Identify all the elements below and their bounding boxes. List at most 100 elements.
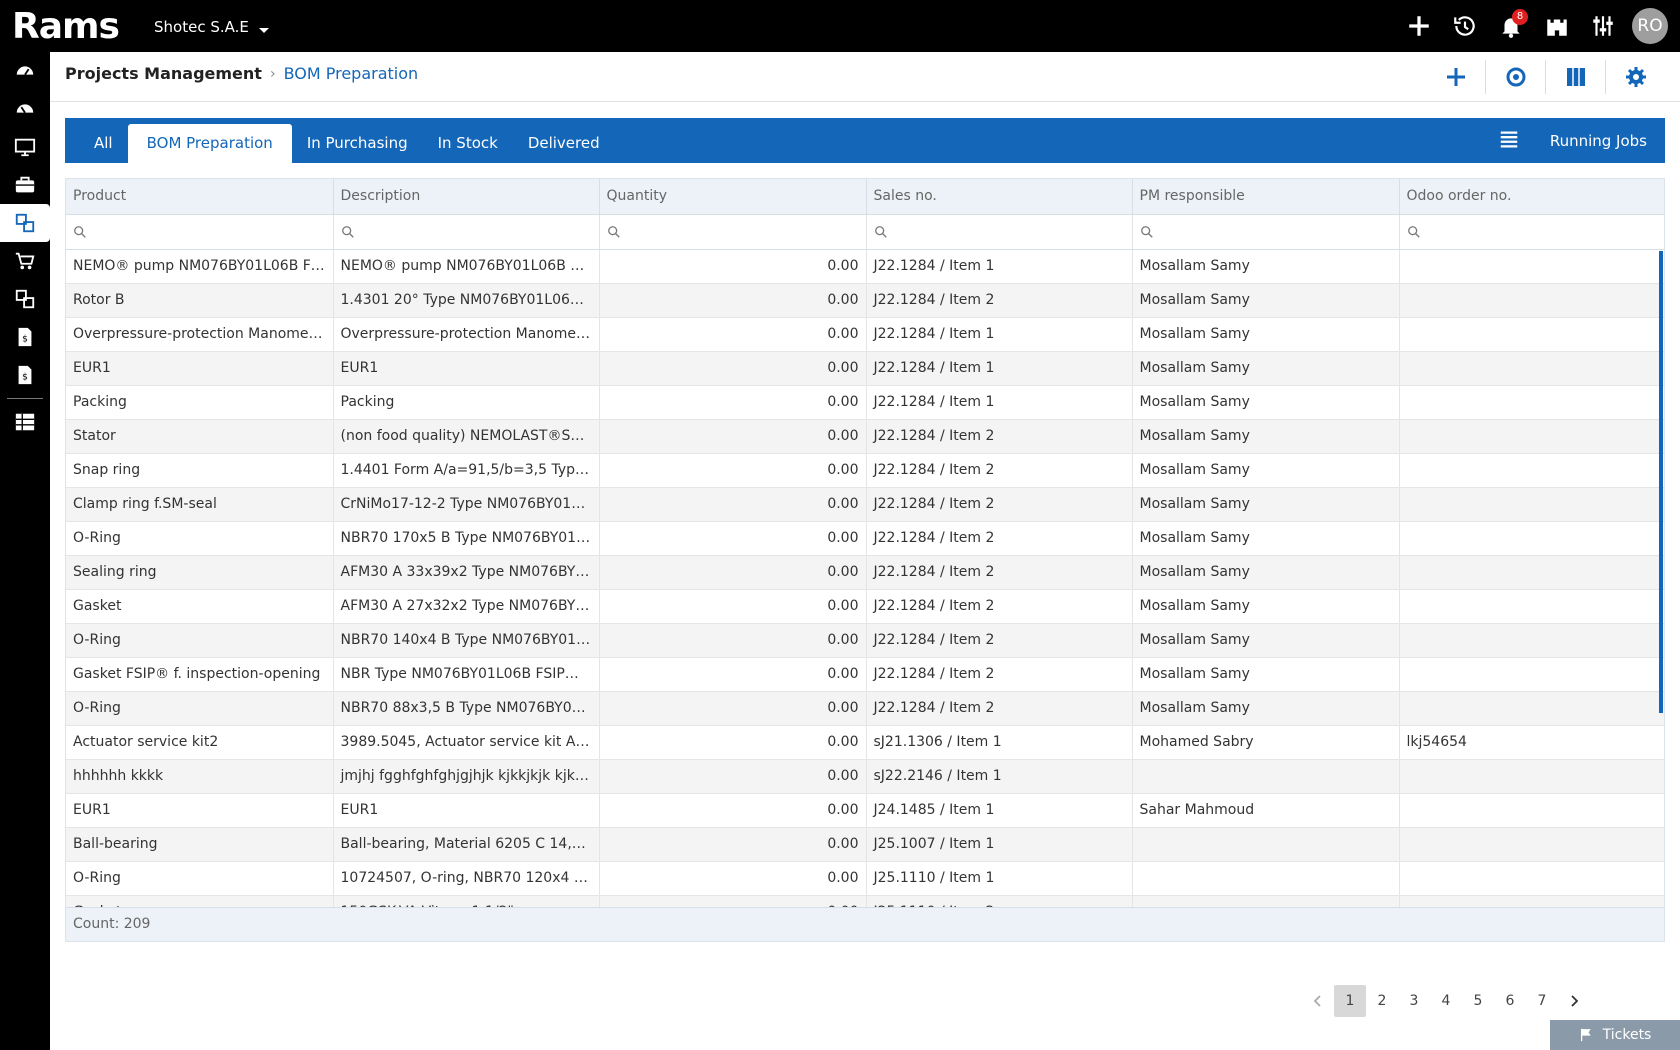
cell-sales-no[interactable]: J22.1284 / Item 1 [866, 351, 1133, 386]
cell-sales-no[interactable]: J22.1284 / Item 2 [866, 589, 1133, 624]
cell-pm-responsible: Mosallam Samy [1132, 521, 1400, 556]
cell-sales-no[interactable]: J22.1284 / Item 2 [866, 521, 1133, 556]
table-row[interactable]: O-Ring NBR70 140x4 B Type NM076BY01L0... 0… [66, 623, 1664, 658]
cell-sales-no[interactable]: J22.1284 / Item 2 [866, 453, 1133, 488]
breadcrumb-parent[interactable]: Projects Management [65, 64, 262, 83]
add-record-icon[interactable] [1426, 60, 1486, 94]
monitor-icon[interactable] [0, 128, 50, 166]
table-row[interactable]: Packing Packing 0.00 J22.1284 / Item 1 Mosal… [66, 385, 1664, 420]
cell-sales-no[interactable]: J22.1284 / Item 1 [866, 385, 1133, 420]
page-number-button[interactable]: 3 [1398, 985, 1430, 1017]
refresh-icon[interactable] [1486, 60, 1546, 94]
list-menu-icon[interactable] [1498, 128, 1520, 154]
table-row[interactable]: EUR1 EUR1 0.00 J24.1485 / Item 1 Sahar Mahmo… [66, 793, 1664, 828]
tab-in-stock[interactable]: In Stock [423, 124, 513, 163]
table-row[interactable]: O-Ring NBR70 88x3,5 B Type NM076BY01L0...… [66, 691, 1664, 726]
projects-icon[interactable] [0, 204, 50, 242]
user-avatar[interactable]: RO [1632, 8, 1668, 44]
cell-sales-no[interactable]: sJ21.1306 / Item 1 [866, 725, 1133, 760]
breadcrumb-current[interactable]: BOM Preparation [284, 64, 419, 83]
page-number-button[interactable]: 5 [1462, 985, 1494, 1017]
tab-all[interactable]: All [79, 124, 128, 163]
cell-product: Packing [66, 385, 334, 420]
cell-quantity: 0.00 [599, 691, 867, 726]
sliders-icon[interactable] [1580, 0, 1626, 52]
table-row[interactable]: O-Ring 10724507, O-ring, NBR70 120x4 B, P… [66, 861, 1664, 896]
table-row[interactable]: Snap ring 1.4401 Form A/a=91,5/b=3,5 Type… [66, 453, 1664, 488]
column-header-quantity[interactable]: Quantity [599, 179, 867, 215]
table-row[interactable]: Gasket FSIP® f. inspection-opening NBR Ty… [66, 657, 1664, 692]
cell-sales-no[interactable]: J25.1007 / Item 1 [866, 827, 1133, 862]
cell-quantity: 0.00 [599, 623, 867, 658]
columns-icon[interactable] [1546, 60, 1606, 94]
filter-quantity[interactable] [599, 214, 867, 250]
running-jobs-button[interactable]: Running Jobs [1550, 132, 1647, 150]
cart-icon[interactable] [0, 242, 50, 280]
table-row[interactable]: NEMO® pump NM076BY01L06B FSI... NEMO® pum… [66, 249, 1664, 284]
dashboard-alt-icon[interactable] [0, 90, 50, 128]
filter-description[interactable] [333, 214, 600, 250]
column-header-description[interactable]: Description [333, 179, 600, 215]
column-header-pm-responsible[interactable]: PM responsible [1132, 179, 1400, 215]
app-logo[interactable]: Rams [12, 6, 120, 47]
add-icon[interactable] [1396, 0, 1442, 52]
page-number-button[interactable]: 2 [1366, 985, 1398, 1017]
table-row[interactable]: hhhhhh kkkk jmjhj fgghfghfghjgjhjk kjkkjk… [66, 759, 1664, 794]
cell-sales-no[interactable]: J22.1284 / Item 2 [866, 623, 1133, 658]
cell-sales-no[interactable]: J22.1284 / Item 1 [866, 249, 1133, 284]
billing-icon[interactable]: $ [0, 356, 50, 394]
filter-product[interactable] [66, 214, 334, 250]
cell-sales-no[interactable]: J22.1284 / Item 2 [866, 657, 1133, 692]
table-row[interactable]: O-Ring NBR70 170x5 B Type NM076BY01L0... 0… [66, 521, 1664, 556]
tab-bom-preparation[interactable]: BOM Preparation [127, 124, 292, 163]
column-header-odoo-order-no[interactable]: Odoo order no. [1399, 179, 1664, 215]
filter-odoo-order-no[interactable] [1399, 214, 1664, 250]
page-number-button[interactable]: 1 [1334, 985, 1366, 1017]
next-page-icon[interactable] [1558, 985, 1590, 1017]
tab-in-purchasing[interactable]: In Purchasing [292, 124, 423, 163]
table-row[interactable]: Rotor B 1.4301 20° Type NM076BY01L06B F..… [66, 283, 1664, 318]
cell-sales-no[interactable]: J22.1284 / Item 2 [866, 487, 1133, 522]
table-row[interactable]: Ball-bearing Ball-bearing, Material 6205 … [66, 827, 1664, 862]
cell-sales-no[interactable]: sJ22.2146 / Item 1 [866, 759, 1133, 794]
table-row[interactable]: Clamp ring f.SM-seal CrNiMo17-12-2 Type N… [66, 487, 1664, 522]
vertical-scrollbar[interactable] [1659, 251, 1663, 713]
table-row[interactable]: Overpressure-protection Manometer Overpre… [66, 317, 1664, 352]
page-number-button[interactable]: 7 [1526, 985, 1558, 1017]
tab-delivered[interactable]: Delivered [513, 124, 615, 163]
company-selector[interactable]: Shotec S.A.E [154, 18, 269, 36]
filter-sales-no[interactable] [866, 214, 1133, 250]
filter-pm-responsible[interactable] [1132, 214, 1400, 250]
column-header-product[interactable]: Product [66, 179, 334, 215]
prev-page-icon[interactable] [1302, 985, 1334, 1017]
page-number-button[interactable]: 4 [1430, 985, 1462, 1017]
modules-icon[interactable] [0, 280, 50, 318]
cell-sales-no[interactable]: J22.1284 / Item 2 [866, 419, 1133, 454]
table-row[interactable]: Sealing ring AFM30 A 33x39x2 Type NM076BY… [66, 555, 1664, 590]
page-number-button[interactable]: 6 [1494, 985, 1526, 1017]
tickets-button[interactable]: Tickets [1550, 1020, 1680, 1050]
castle-icon[interactable] [1534, 0, 1580, 52]
cell-product: O-Ring [66, 861, 334, 896]
column-header-sales-no[interactable]: Sales no. [866, 179, 1133, 215]
table-row[interactable]: Stator (non food quality) NEMOLAST®S62L..… [66, 419, 1664, 454]
notifications-bell-icon[interactable]: 8 [1488, 0, 1534, 52]
dashboard-icon[interactable] [0, 52, 50, 90]
briefcase-icon[interactable] [0, 166, 50, 204]
reports-icon[interactable] [0, 403, 50, 441]
cell-description: jmjhj fgghfghfghjgjhjk kjkkjkjk kjkhj... [333, 759, 600, 794]
cell-sales-no[interactable]: J22.1284 / Item 2 [866, 555, 1133, 590]
cell-sales-no[interactable]: J22.1284 / Item 2 [866, 283, 1133, 318]
cell-odoo-order-no [1399, 283, 1664, 318]
table-row[interactable]: EUR1 EUR1 0.00 J22.1284 / Item 1 Mosallam Sa… [66, 351, 1664, 386]
history-icon[interactable] [1442, 0, 1488, 52]
cell-sales-no[interactable]: J22.1284 / Item 2 [866, 691, 1133, 726]
cell-sales-no[interactable]: J25.1110 / Item 1 [866, 861, 1133, 896]
cell-product: Stator [66, 419, 334, 454]
table-row[interactable]: Actuator service kit2 3989.5045, Actuator… [66, 725, 1664, 760]
cell-sales-no[interactable]: J22.1284 / Item 1 [866, 317, 1133, 352]
table-row[interactable]: Gasket AFM30 A 27x32x2 Type NM076BY01... 0… [66, 589, 1664, 624]
cell-sales-no[interactable]: J24.1485 / Item 1 [866, 793, 1133, 828]
invoice-icon[interactable]: $ [0, 318, 50, 356]
settings-gear-icon[interactable] [1606, 60, 1666, 94]
